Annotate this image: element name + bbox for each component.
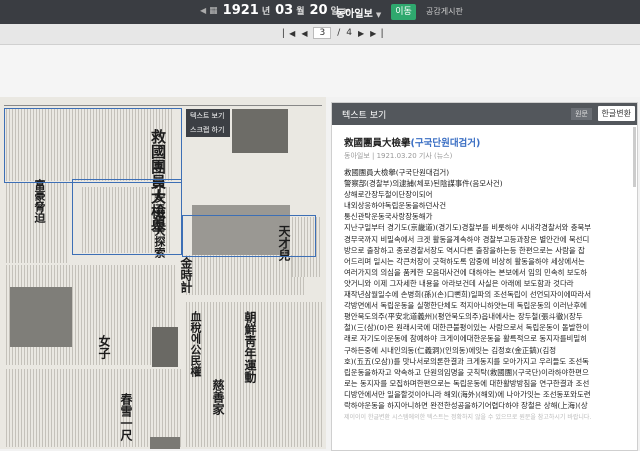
current-page[interactable]: 3 <box>313 27 332 39</box>
article-line: 립운동을하자고 약속하고 단원의임명을 긋칙탁(救國團)(구국단)이라하야한편으 <box>344 367 589 377</box>
korean-convert-button[interactable]: 한글변환 <box>597 106 635 121</box>
text-column-block <box>186 255 306 295</box>
menu-item-view-text[interactable]: 텍스트 보기 <box>186 109 230 123</box>
article-line: 어드리며 일시는 각큰처장이 긋헉하도록 암중에 비상히 활동을하야 세상에서는 <box>344 256 585 266</box>
year-value[interactable]: 1921 <box>223 3 259 18</box>
first-page-icon[interactable]: ▏◀ <box>283 29 295 38</box>
original-text-button[interactable]: 원문 <box>571 108 592 120</box>
newspaper-masthead-line <box>4 99 322 106</box>
menu-item-scrap[interactable]: 스크랩 하기 <box>186 123 230 137</box>
article-line: 철)(三(삼)(0)은 원래시국에 대한큰불평이있는 사람으로서 독립운동이 돌… <box>344 323 590 333</box>
article-line: 각방면에서 독립운동을 실행한단체도 적지아니하얏는데 독립운동의 이러난후에 <box>344 301 587 311</box>
article-line: 경무국까지 비밀속에서 크겟 활동을계속하야 경찰부고등과장은 별안간에 북선디 <box>344 234 590 244</box>
headline-blood-tax: 血稅에公民權 <box>189 311 202 377</box>
article-line: 호)(五五(오삼))를 맛나서로의론한결과 크게동지를 모아가지고 우리들도 조… <box>344 356 589 366</box>
article-body: 救國團員大檢擧(구국단원대검거) 警察部(경찰부)의逮捕(체포)된陰謀事件(음모사… <box>344 167 634 422</box>
day-value[interactable]: 20 <box>310 3 328 18</box>
article-title-reading: (구국단원대검거) <box>410 138 481 149</box>
text-column-block <box>6 369 182 447</box>
article-line: 통신관탁운동국사랑장동해가 <box>344 212 433 222</box>
article-line: 락하야운동을 하지아니하면 완전한성공을하기어렵다하야 장철은 상해(上海)(상 <box>344 400 588 410</box>
headline-gold-watch: 金時計 <box>179 257 193 293</box>
text-view-panel: 텍스트 보기 원문 한글변환 救國團員大檢擧(구국단원대검거) 동아일보 | 1… <box>331 102 638 451</box>
month-value[interactable]: 03 <box>275 3 293 18</box>
newspaper-scan-viewer[interactable]: 救國團員大檢舉 富豪脅迫 不安五道大探索 天才兒 金時計 朝鮮靑年運動 血稅에公… <box>0 97 326 449</box>
article-highlight-box[interactable] <box>72 179 182 255</box>
last-page-icon[interactable]: ▶▕ <box>370 29 382 38</box>
article-line: 디방안에서만 일을할것이아니라 해외(海外)(해외)에 나아가잇는 조선동포와도… <box>344 389 591 399</box>
date-selector: ◀ ▦ 1921 년 03 월 20 일 ▶ <box>200 3 350 18</box>
article-title: 救國團員大檢擧(구국단원대검거) <box>344 135 480 149</box>
article-line: 얏거니와 이제 그자세한 내용을 아라보건데 사실은 아래에 보도함과 것다라 <box>344 278 574 288</box>
article-line: 警察部(경찰부)의逮捕(체포)된陰謀事件(음모사건) <box>344 179 503 189</box>
prev-page-icon[interactable]: ◀ <box>301 29 307 38</box>
news-photo-group <box>10 287 72 347</box>
article-line: 상해로간장두철이단장이되어 <box>344 190 433 200</box>
panel-title: 텍스트 보기 <box>342 111 387 121</box>
headline-spring-snow: 春雪一尺 <box>119 393 133 441</box>
context-menu: 텍스트 보기 스크랩 하기 <box>186 109 230 137</box>
headline-philanthropist: 慈善家 <box>211 379 225 415</box>
article-line: 지난구일부터 경기도(京畿道)(경기도)경찰부를 비롯하야 시내각경찰서와 충북… <box>344 223 592 233</box>
top-navigation-bar: ◀ ▦ 1921 년 03 월 20 일 ▶ 동아일보 ▼ 이동 공감게시판 <box>0 0 640 24</box>
article-line: 재작년삼월일수에 손병희(孫)(손)口뻔희)일파의 조선독립이 선언되자이에따라… <box>344 290 592 300</box>
article-line: 방으로 출장하고 종로경찰서장도 역시다른 출장을하는등 한편으로는 사람을 잡 <box>344 245 585 255</box>
disclaimer-footer: 제이이이 한글변환 시스템에의한 텍스트는 정확하지 않을 수 있으므로 원문을… <box>344 414 592 422</box>
page-separator: / <box>337 28 341 38</box>
article-highlight-box[interactable] <box>182 215 316 257</box>
article-highlight-box[interactable] <box>4 108 182 183</box>
empathy-board-link[interactable]: 공감게시판 <box>426 6 463 17</box>
news-photo-portrait <box>152 327 178 367</box>
newspaper-name: 동아일보 <box>336 9 373 20</box>
article-line: 로는 동지자를 모집하며한편으로는 독립운동에 대한활방방침을 연구한결과 조선 <box>344 378 590 388</box>
article-line: 평안북도의주(平安北道義州)(평안북도의주)읍내에사는 장두철(張斗徹)(장두 <box>344 312 583 322</box>
headline-youth-movement: 朝鮮靑年運動 <box>243 311 257 383</box>
headline-wealthy: 富豪脅迫 <box>33 179 46 223</box>
month-unit: 월 <box>296 7 305 17</box>
year-unit: 년 <box>261 7 271 17</box>
article-title-hanja: 救國團員大檢擧 <box>344 138 411 149</box>
panel-scrollbar[interactable] <box>633 127 636 187</box>
newspaper-select[interactable]: 동아일보 ▼ <box>336 5 381 20</box>
next-page-icon[interactable]: ▶ <box>358 29 364 38</box>
total-pages: 4 <box>346 28 352 38</box>
news-photo <box>150 437 180 449</box>
article-line: 래로 자기도이운동에 참예하야 크게이에대한운동을 활륵적으로 동지자를비밀히 <box>344 334 587 344</box>
toolbar-spacer <box>0 45 640 97</box>
article-line: 救國團員大檢擧(구국단원대검거) <box>344 168 450 177</box>
headline-woman: 女子 <box>97 335 111 359</box>
pager: ▏◀ ◀ 3 / 4 ▶ ▶▕ <box>283 27 382 39</box>
calendar-icon[interactable]: ▦ <box>209 6 218 16</box>
article-line: 내외상응하야독립운동을하던사건 <box>344 201 446 211</box>
text-panel-header: 텍스트 보기 원문 한글변환 <box>332 103 637 125</box>
article-meta: 동아일보 | 1921.03.20 기사 (뉴스) <box>344 152 453 160</box>
article-line: 구하든중에 시내인의동(仁義洞)(인의동)에잇는 김정호(金正鎬)(김정 <box>344 345 557 355</box>
news-photo <box>232 109 288 153</box>
prev-date-arrow-icon[interactable]: ◀ <box>200 6 206 15</box>
chevron-down-icon: ▼ <box>375 11 382 19</box>
article-line: 여러가지의 의심을 품케한 모음대사건에 대하야는 본보에서 임의 민속히 보도… <box>344 267 588 277</box>
go-button[interactable]: 이동 <box>391 4 416 20</box>
page-navigation-bar: ▏◀ ◀ 3 / 4 ▶ ▶▕ <box>0 24 640 45</box>
